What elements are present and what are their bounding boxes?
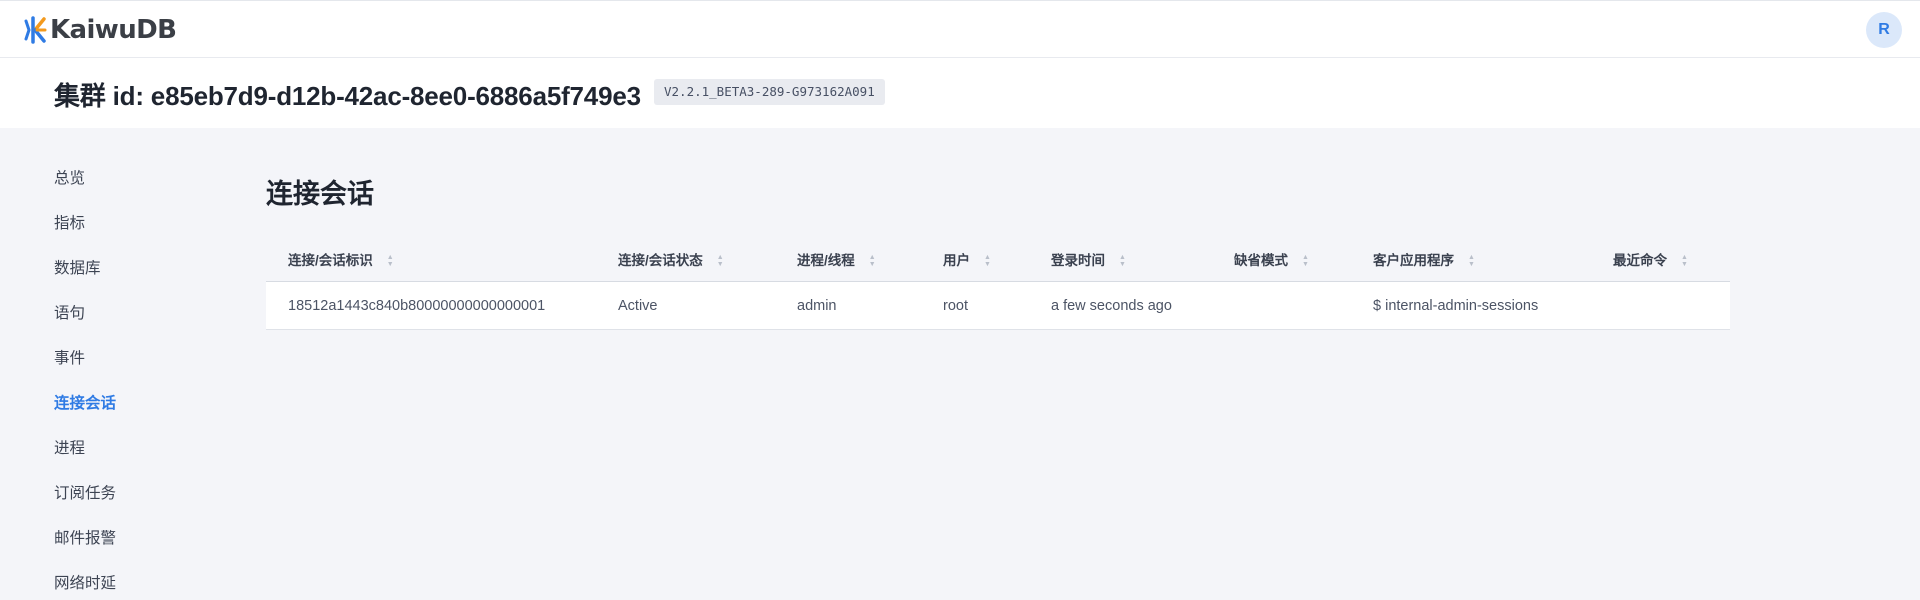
column-header-label: 用户 — [943, 253, 970, 268]
table-header: 连接/会话标识 ▲ ▼ 连接/会话状态 ▲ ▼ 进程/线程 ▲ ▼ 用户 ▲ ▼ 登录时… — [266, 240, 1730, 282]
page-title: 连接会话 — [266, 179, 374, 209]
kaiwudb-logo-icon — [24, 16, 47, 44]
column-header-session-id[interactable]: 连接/会话标识 ▲ ▼ — [288, 240, 394, 282]
cell-process-thread: admin — [797, 298, 837, 314]
column-header-label: 连接/会话标识 — [288, 253, 373, 268]
column-header-label: 登录时间 — [1051, 253, 1105, 268]
sort-arrows-icon[interactable]: ▲ ▼ — [869, 254, 876, 268]
sidebar-item-jobs[interactable]: 进程 — [54, 426, 204, 471]
cell-user: root — [943, 298, 968, 314]
table-body: 18512a1443c840b80000000000000001 Active … — [266, 282, 1730, 330]
sort-arrows-icon[interactable]: ▲ ▼ — [984, 254, 991, 268]
sidebar-item-metrics[interactable]: 指标 — [54, 201, 204, 246]
logo-wordmark: KaiwuDB — [50, 15, 177, 45]
main-content: 连接会话 连接/会话标识 ▲ ▼ 连接/会话状态 ▲ ▼ 进程/线程 ▲ ▼ 用户 ▲… — [266, 0, 1730, 600]
column-header-process-thread[interactable]: 进程/线程 ▲ ▼ — [797, 240, 876, 282]
sidebar-item-email-alerts[interactable]: 邮件报警 — [54, 516, 204, 561]
column-header-client-app[interactable]: 客户应用程序 ▲ ▼ — [1373, 240, 1475, 282]
column-header-label: 最近命令 — [1613, 253, 1667, 268]
sidebar-item-statements[interactable]: 语句 — [54, 291, 204, 336]
sidebar-item-overview[interactable]: 总览 — [54, 156, 204, 201]
cell-login-time: a few seconds ago — [1051, 298, 1172, 314]
user-avatar[interactable]: R — [1866, 12, 1902, 48]
table-row[interactable]: 18512a1443c840b80000000000000001 Active … — [266, 282, 1730, 330]
cell-client-app: $ internal-admin-sessions — [1373, 298, 1539, 314]
cell-session-id: 18512a1443c840b80000000000000001 — [288, 298, 546, 314]
sort-arrows-icon[interactable]: ▲ ▼ — [1681, 254, 1688, 268]
column-header-label: 客户应用程序 — [1373, 253, 1454, 268]
column-header-label: 缺省模式 — [1234, 253, 1288, 268]
column-header-label: 连接/会话状态 — [618, 253, 703, 268]
cell-session-status: Active — [618, 298, 658, 314]
sidebar-nav: 总览 指标 数据库 语句 事件 连接会话 进程 订阅任务 邮件报警 网络时延 — [54, 156, 204, 600]
sidebar-item-subscriptions[interactable]: 订阅任务 — [54, 471, 204, 516]
column-header-session-status[interactable]: 连接/会话状态 ▲ ▼ — [618, 240, 724, 282]
column-header-label: 进程/线程 — [797, 253, 855, 268]
sessions-table: 连接/会话标识 ▲ ▼ 连接/会话状态 ▲ ▼ 进程/线程 ▲ ▼ 用户 ▲ ▼ 登录时… — [266, 240, 1730, 330]
kaiwudb-logo[interactable]: KaiwuDB — [21, 14, 177, 46]
column-header-user[interactable]: 用户 ▲ ▼ — [943, 240, 991, 282]
sort-arrows-icon[interactable]: ▲ ▼ — [387, 254, 394, 268]
column-header-login-time[interactable]: 登录时间 ▲ ▼ — [1051, 240, 1126, 282]
sidebar-item-events[interactable]: 事件 — [54, 336, 204, 381]
sidebar-item-network-latency[interactable]: 网络时延 — [54, 561, 204, 600]
sort-arrows-icon[interactable]: ▲ ▼ — [717, 254, 724, 268]
column-header-default-schema[interactable]: 缺省模式 ▲ ▼ — [1234, 240, 1309, 282]
sort-arrows-icon[interactable]: ▲ ▼ — [1468, 254, 1475, 268]
sort-arrows-icon[interactable]: ▲ ▼ — [1302, 254, 1309, 268]
column-header-last-command[interactable]: 最近命令 ▲ ▼ — [1613, 240, 1688, 282]
sort-arrows-icon[interactable]: ▲ ▼ — [1119, 254, 1126, 268]
sidebar-item-databases[interactable]: 数据库 — [54, 246, 204, 291]
sidebar-item-sessions[interactable]: 连接会话 — [54, 381, 204, 426]
